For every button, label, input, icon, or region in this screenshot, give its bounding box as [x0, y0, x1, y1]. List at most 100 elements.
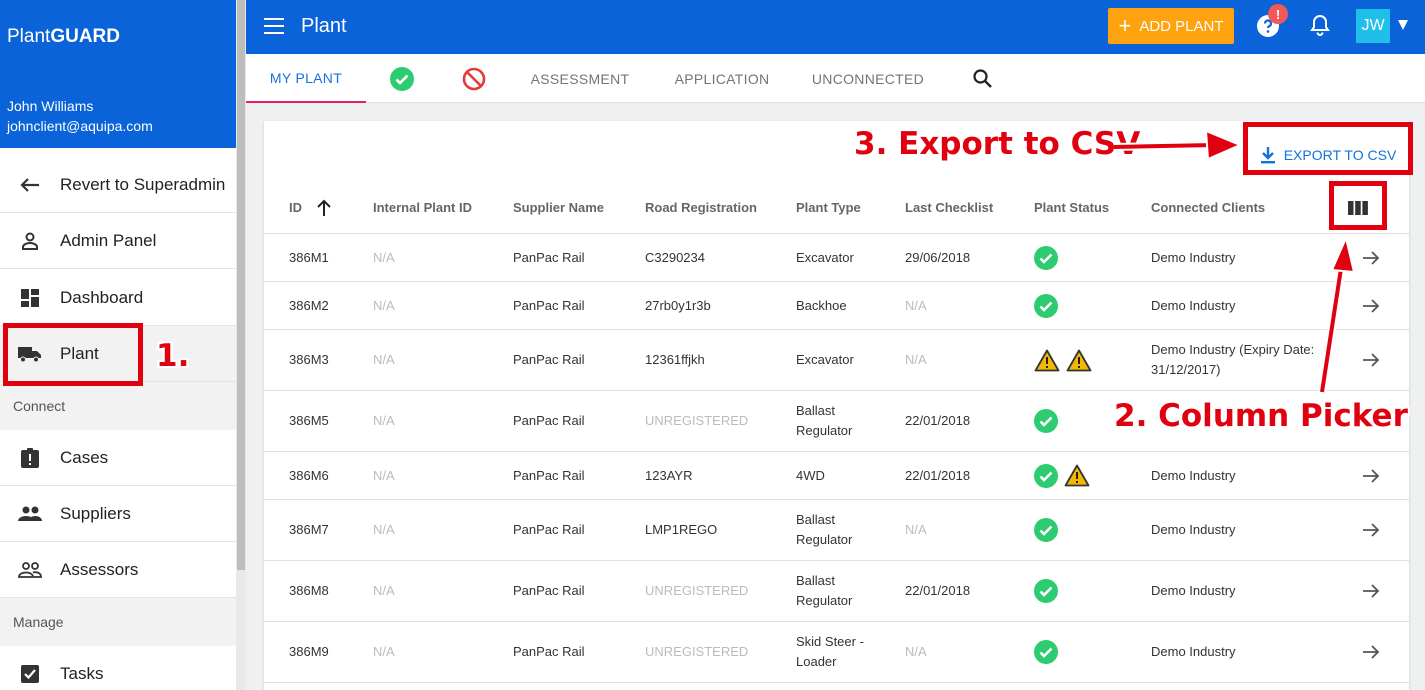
column-header-plant-type[interactable]: Plant Type: [796, 181, 861, 234]
sidebar-item-revert[interactable]: Revert to Superadmin: [0, 157, 236, 213]
sidebar-item-label: Tasks: [60, 663, 104, 683]
row-open-arrow-icon[interactable]: [1362, 500, 1380, 560]
cell-supplier: PanPac Rail: [513, 352, 585, 367]
menu-icon[interactable]: [264, 18, 284, 34]
cell-internal-id: N/A: [373, 644, 395, 659]
sidebar-item-label: Admin Panel: [60, 230, 157, 250]
row-open-arrow-icon[interactable]: [1362, 622, 1380, 682]
user-avatar[interactable]: JW: [1356, 9, 1390, 43]
chevron-down-icon[interactable]: [1398, 20, 1408, 30]
table-row[interactable]: 386M3 N/A PanPac Rail 12361ffjkh Excavator N/…: [264, 330, 1409, 391]
table-header: ID Internal Plant ID Supplier Name Road …: [264, 181, 1409, 234]
sort-ascending-icon[interactable]: [316, 199, 332, 217]
sidebar-item-tasks[interactable]: Tasks: [0, 646, 236, 690]
sidebar-header: PlantGUARD John Williams johnclient@aqui…: [0, 0, 236, 148]
cell-client-line: Demo Industry: [1151, 644, 1236, 659]
table-row[interactable]: 386M6 N/A PanPac Rail 123AYR 4WD 22/01/2018 De…: [264, 452, 1409, 500]
cell-plant-type-line: Ballast: [796, 512, 836, 527]
brand-logo[interactable]: PlantGUARD: [7, 26, 120, 48]
annotation-box-plant: [3, 323, 143, 386]
row-open-arrow-icon[interactable]: [1362, 330, 1380, 390]
table-row[interactable]: 386M8 N/A PanPac Rail UNREGISTERED Ballast Re…: [264, 561, 1409, 622]
tab-assessment[interactable]: ASSESSMENT: [518, 54, 642, 103]
sidebar-item-assessors[interactable]: Assessors: [0, 542, 236, 598]
check-circle-icon: [1034, 245, 1058, 270]
row-open-arrow-icon[interactable]: [1362, 234, 1380, 281]
row-open-arrow-icon[interactable]: [1362, 452, 1380, 499]
cell-plant-type: Ballast Regulator: [796, 391, 852, 451]
cell-client-line: 31/12/2017): [1151, 362, 1221, 377]
cell-internal-id: N/A: [373, 467, 395, 483]
annotation-box-export: [1243, 122, 1413, 175]
table-row[interactable]: 386M1 N/A PanPac Rail C3290234 Excavator 29/0…: [264, 234, 1409, 282]
column-header-road-registration[interactable]: Road Registration: [645, 181, 757, 234]
column-header-supplier[interactable]: Supplier Name: [513, 181, 604, 234]
cell-supplier: PanPac Rail: [513, 467, 585, 483]
cell-last-checklist: 22/01/2018: [905, 583, 971, 598]
check-circle-icon: [1034, 640, 1058, 664]
cell-plant-status: [1034, 330, 1092, 390]
row-open-arrow-icon[interactable]: [1362, 561, 1380, 621]
cell-connected-clients: Demo Industry: [1151, 452, 1236, 499]
scrollbar-thumb[interactable]: [237, 0, 245, 570]
annotation-box-column-picker: [1329, 181, 1387, 230]
row-open-arrow-icon[interactable]: [1362, 282, 1380, 329]
tab-search[interactable]: [962, 54, 1002, 103]
table-row[interactable]: 386M2 N/A PanPac Rail 27rb0y1r3b Backhoe N/A D…: [264, 282, 1409, 330]
cell-road-registration: 27rb0y1r3b: [645, 297, 711, 313]
add-plant-button[interactable]: + ADD PLANT: [1108, 8, 1234, 44]
cell-road-registration: C3290234: [645, 249, 705, 265]
tab-application[interactable]: APPLICATION: [660, 54, 784, 103]
cell-internal-id: N/A: [373, 249, 395, 265]
column-header-id[interactable]: ID: [289, 181, 332, 234]
person-icon: [0, 232, 60, 250]
help-badge: !: [1268, 4, 1288, 24]
cell-client-line: Demo Industry: [1151, 522, 1236, 537]
tab-bar: MY PLANT ASSESSMENT APPLICATION UNCONNEC…: [246, 54, 1425, 103]
column-header-internal-id[interactable]: Internal Plant ID: [373, 181, 472, 234]
sidebar-item-suppliers[interactable]: Suppliers: [0, 486, 236, 542]
cell-plant-type-line: Loader: [796, 654, 837, 669]
sidebar-item-cases[interactable]: Cases: [0, 430, 236, 486]
table-row[interactable]: 386M7 N/A PanPac Rail LMP1REGO Ballast Regula…: [264, 500, 1409, 561]
cell-plant-type-line: Excavator: [796, 352, 854, 367]
block-icon: [462, 67, 486, 90]
cell-supplier: PanPac Rail: [513, 644, 585, 659]
tab-unconnected[interactable]: UNCONNECTED: [802, 54, 934, 103]
cell-last-checklist: 22/01/2018: [905, 467, 971, 483]
cell-client-line: Demo Industry (Expiry Date:: [1151, 342, 1315, 357]
cell-last-checklist: N/A: [905, 644, 927, 659]
cell-plant-status: [1034, 391, 1058, 451]
user-email: johnclient@aquipa.com: [7, 118, 153, 134]
tab-my-plant[interactable]: MY PLANT: [246, 54, 366, 103]
sidebar-item-label: Assessors: [60, 559, 139, 579]
table-row[interactable]: 386M9 N/A PanPac Rail UNREGISTERED Skid Stee…: [264, 622, 1409, 683]
sidebar-item-dashboard[interactable]: Dashboard: [0, 270, 236, 326]
brand-prefix: Plant: [7, 26, 51, 47]
column-header-last-checklist[interactable]: Last Checklist: [905, 181, 993, 234]
sidebar-item-admin-panel[interactable]: Admin Panel: [0, 213, 236, 269]
tab-approved[interactable]: [374, 54, 430, 103]
tab-blocked[interactable]: [446, 54, 502, 103]
cell-road-registration: 12361ffjkh: [645, 352, 705, 367]
warning-icon: [1064, 464, 1090, 487]
sidebar-item-label: Suppliers: [60, 503, 131, 523]
check-circle-icon: [390, 66, 414, 91]
cell-plant-type: 4WD: [796, 452, 825, 499]
cell-plant-type: Ballast Regulator: [796, 500, 852, 560]
column-header-connected-clients[interactable]: Connected Clients: [1151, 181, 1265, 234]
column-header-plant-status[interactable]: Plant Status: [1034, 181, 1109, 234]
cell-road-registration: UNREGISTERED: [645, 583, 749, 598]
cell-last-checklist: N/A: [905, 352, 927, 367]
clipboard-alert-icon: [0, 447, 60, 468]
sidebar-scrollbar[interactable]: [236, 0, 246, 690]
annotation-step-1: 1.: [156, 338, 190, 374]
cell-supplier: PanPac Rail: [513, 413, 585, 428]
cell-internal-id: N/A: [373, 522, 395, 537]
cell-supplier: PanPac Rail: [513, 297, 585, 313]
people-icon: [0, 506, 60, 522]
cell-client-line: Demo Industry: [1151, 583, 1236, 598]
cell-supplier: PanPac Rail: [513, 249, 585, 265]
cell-connected-clients: Demo Industry: [1151, 282, 1236, 329]
bell-icon[interactable]: [1310, 14, 1330, 36]
